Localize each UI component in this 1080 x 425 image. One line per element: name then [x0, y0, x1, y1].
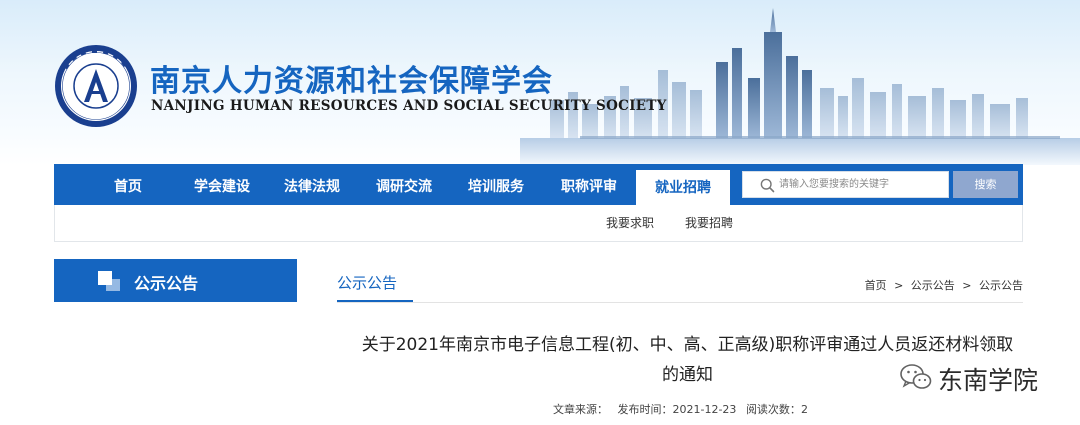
article-meta: 文章来源： 发布时间：2021-12-23 阅读次数：2	[553, 401, 814, 417]
breadcrumb-home[interactable]: 首页	[865, 279, 887, 292]
site-title-chinese: 南京人力资源和社会保障学会	[150, 64, 553, 99]
content-divider	[337, 302, 1023, 303]
breadcrumb-separator: >	[894, 279, 904, 292]
article-published-label: 发布时间：	[617, 403, 673, 416]
city-skyline-image	[520, 8, 1080, 165]
breadcrumb-separator: >	[962, 279, 972, 292]
search-input[interactable]	[779, 174, 944, 195]
wechat-icon	[900, 364, 932, 389]
breadcrumb-current[interactable]: 公示公告	[979, 279, 1023, 292]
article-views-count: 2	[800, 403, 808, 416]
subnav-item-job-seeking[interactable]: 我要求职	[606, 214, 654, 231]
nav-item-title-evaluation[interactable]: 职称评审	[549, 164, 629, 205]
article-source-label: 文章来源：	[553, 403, 608, 416]
search-box	[742, 171, 949, 198]
sidebar-header: 公示公告	[54, 259, 297, 302]
breadcrumb: 首页 > 公示公告 > 公示公告	[865, 277, 1023, 293]
nav-item-employment-recruitment[interactable]: 就业招聘	[636, 170, 730, 205]
content-tab-announcements[interactable]: 公示公告	[337, 272, 397, 293]
search-button[interactable]: 搜索	[953, 171, 1018, 198]
nav-item-research-exchange[interactable]: 调研交流	[364, 164, 444, 205]
nav-item-society-building[interactable]: 学会建设	[182, 164, 262, 205]
nav-item-laws-regulations[interactable]: 法律法规	[272, 164, 352, 205]
article-title-line-1: 关于2021年南京市电子信息工程(初、中、高、正高级)职称评审通过人员返还材料领…	[361, 335, 1014, 355]
sidebar-title: 公示公告	[134, 274, 199, 293]
society-seal-logo[interactable]	[54, 44, 138, 128]
search-icon	[760, 178, 775, 193]
article-published-date: 2021-12-23	[672, 403, 737, 416]
main-navigation: 首页 学会建设 法律法规 调研交流 培训服务 职称评审 就业招聘 搜索	[54, 164, 1023, 205]
watermark-text: 东南学院	[938, 366, 1039, 395]
nav-item-training-services[interactable]: 培训服务	[456, 164, 536, 205]
site-title-english: NANJING HUMAN RESOURCES AND SOCIAL SECUR…	[151, 98, 667, 114]
site-banner: 南京人力资源和社会保障学会 NANJING HUMAN RESOURCES AN…	[0, 0, 1080, 165]
subnav-item-recruiting[interactable]: 我要招聘	[685, 214, 733, 231]
squares-icon	[98, 271, 120, 291]
nav-item-home[interactable]: 首页	[98, 164, 158, 205]
article-views-label: 阅读次数：	[745, 403, 801, 416]
sub-navigation: 我要求职 我要招聘	[54, 205, 1023, 242]
breadcrumb-section[interactable]: 公示公告	[911, 279, 955, 292]
